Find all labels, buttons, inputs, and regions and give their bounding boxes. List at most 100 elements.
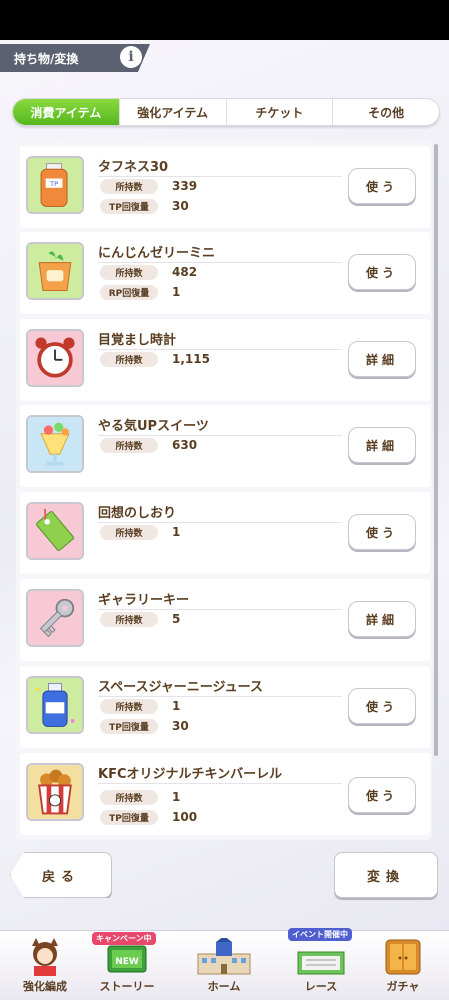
item-stat: 所持数 482 [100, 264, 197, 280]
item-name: タフネス30 [98, 160, 169, 175]
stat-label: 所持数 [100, 524, 158, 540]
divider [98, 349, 342, 350]
use-button[interactable]: 使う [348, 254, 416, 290]
character-icon [18, 938, 72, 976]
stat-value: 30 [172, 199, 189, 213]
list-item: やる気UPスイーツ 所持数 630 詳細 [20, 405, 430, 487]
divider [98, 783, 342, 784]
use-button[interactable]: 使う [348, 688, 416, 724]
stat-label: TP回復量 [100, 809, 158, 825]
tab-other[interactable]: その他 [333, 99, 439, 125]
stat-label: 所持数 [100, 437, 158, 453]
scrollbar[interactable] [434, 144, 438, 756]
use-button[interactable]: 使う [348, 777, 416, 813]
gacha-door-icon [376, 938, 430, 976]
back-button[interactable]: 戻る [10, 852, 112, 898]
nav-story[interactable]: NEW キャンペーン中 ストーリー [86, 932, 168, 996]
stat-value: 630 [172, 438, 198, 452]
race-track-icon [294, 938, 348, 976]
stat-label: RP回復量 [100, 284, 158, 300]
item-name: 回想のしおり [98, 506, 177, 521]
details-button[interactable]: 詳細 [348, 341, 416, 377]
item-stat: TP回復量 100 [100, 809, 197, 825]
list-item: 目覚まし時計 所持数 1,115 詳細 [20, 319, 430, 401]
stat-label: 所持数 [100, 264, 158, 280]
parfait-icon [26, 415, 84, 473]
campaign-badge: キャンペーン中 [92, 932, 156, 945]
divider [98, 609, 342, 610]
item-stat: 所持数 5 [100, 611, 180, 627]
nav-label: ホーム [207, 980, 241, 993]
item-stat: RP回復量 1 [100, 284, 180, 300]
stat-label: TP回復量 [100, 718, 158, 734]
carrot-jelly-icon [26, 242, 84, 300]
divider [98, 176, 342, 177]
stat-label: TP回復量 [100, 198, 158, 214]
item-name: KFCオリジナルチキンバーレル [98, 767, 283, 782]
nav-label: 強化編成 [23, 980, 67, 993]
nav-label: ガチャ [386, 980, 420, 993]
item-name: スペースジャーニージュース [98, 680, 263, 695]
list-item: スペースジャーニージュース 所持数 1 TP回復量 30 使う [20, 666, 430, 748]
nav-home[interactable]: ホーム [176, 936, 272, 996]
tab-consumables[interactable]: 消費アイテム [13, 99, 120, 125]
nav-race[interactable]: イベント開催中 レース [280, 928, 362, 996]
stat-value: 1 [172, 525, 181, 539]
svg-text:TP: TP [49, 180, 58, 188]
stat-value: 1 [172, 699, 181, 713]
svg-text:NEW: NEW [115, 957, 139, 967]
stat-value: 100 [172, 810, 198, 824]
juice-bottle-icon [26, 676, 84, 734]
details-button[interactable]: 詳細 [348, 601, 416, 637]
item-stat: 所持数 1 [100, 698, 180, 714]
stat-label: 所持数 [100, 698, 158, 714]
item-stat: 所持数 1 [100, 524, 180, 540]
stat-value: 1 [172, 285, 181, 299]
stat-label: 所持数 [100, 611, 158, 627]
nav-enhance-formation[interactable]: 強化編成 [4, 936, 86, 996]
list-item: ギャラリーキー 所持数 5 詳細 [20, 579, 430, 661]
convert-button[interactable]: 変換 [334, 852, 438, 898]
status-bar [0, 0, 449, 40]
list-item: にんじんゼリーミニ 所持数 482 RP回復量 1 使う [20, 232, 430, 314]
stat-value: 1,115 [172, 352, 210, 366]
item-name: ギャラリーキー [98, 593, 190, 608]
divider [98, 435, 342, 436]
stat-label: 所持数 [100, 789, 158, 805]
item-stat: TP回復量 30 [100, 718, 189, 734]
use-button[interactable]: 使う [348, 168, 416, 204]
list-item: KFCオリジナルチキンバーレル 所持数 1 TP回復量 100 使う [20, 753, 430, 835]
category-tabs: 消費アイテム 強化アイテム チケット その他 [12, 98, 440, 126]
nav-label: レース [304, 980, 338, 993]
use-button[interactable]: 使う [348, 514, 416, 550]
item-stat: 所持数 630 [100, 437, 197, 453]
stat-label: 所持数 [100, 351, 158, 367]
details-button[interactable]: 詳細 [348, 427, 416, 463]
item-name: にんじんゼリーミニ [98, 246, 216, 261]
stat-value: 1 [172, 790, 181, 804]
item-stat: 所持数 339 [100, 178, 197, 194]
item-stat: 所持数 1 [100, 789, 180, 805]
list-item: TP タフネス30 所持数 339 TP回復量 30 使う [20, 146, 430, 228]
divider [98, 696, 342, 697]
nav-label: ストーリー [99, 980, 155, 993]
key-icon [26, 589, 84, 647]
item-stat: 所持数 1,115 [100, 351, 210, 367]
divider [98, 262, 342, 263]
item-name: 目覚まし時計 [98, 333, 177, 348]
page-title: 持ち物/変換 [14, 52, 79, 66]
item-stat: TP回復量 30 [100, 198, 189, 214]
stat-value: 5 [172, 612, 181, 626]
info-icon[interactable]: i [120, 46, 142, 68]
tp-bottle-icon: TP [26, 156, 84, 214]
stat-value: 339 [172, 179, 198, 193]
nav-gacha[interactable]: ガチャ [362, 936, 444, 996]
item-name: やる気UPスイーツ [98, 419, 209, 434]
event-badge: イベント開催中 [288, 928, 352, 941]
stat-value: 482 [172, 265, 198, 279]
tab-tickets[interactable]: チケット [227, 99, 334, 125]
bookmark-icon [26, 502, 84, 560]
school-building-icon [194, 938, 254, 976]
alarm-clock-icon [26, 329, 84, 387]
tab-enhancement[interactable]: 強化アイテム [120, 99, 227, 125]
